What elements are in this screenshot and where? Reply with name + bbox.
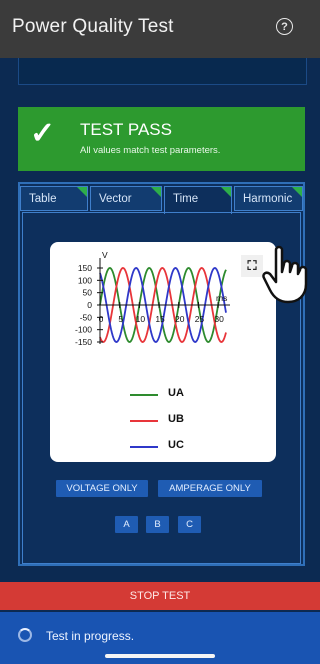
tab-vector[interactable]: Vector — [90, 186, 162, 211]
x-tick-label: 10 — [136, 314, 146, 324]
legend-swatch — [130, 394, 158, 396]
legend-item-ub: UB — [130, 412, 250, 438]
expand-icon[interactable]: ⛶ — [241, 255, 263, 277]
legend-item-ua: UA — [130, 386, 250, 412]
checkmark-icon: ✓ — [30, 117, 56, 150]
test-pass-banner: ✓ TEST PASS All values match test parame… — [18, 107, 305, 171]
x-axis-label: ms — [216, 293, 227, 303]
x-tick-label: 0 — [99, 314, 104, 324]
voltage-only-button[interactable]: VOLTAGE ONLY — [56, 480, 148, 497]
results-panel: Table Vector Time Harmonic 150 100 50 0 -50-… — [18, 182, 305, 566]
x-tick-label: 5 — [118, 314, 123, 324]
y-tick-label: 0 — [87, 300, 92, 310]
status-text: Test in progress. — [46, 629, 135, 643]
legend-label: UB — [168, 413, 184, 425]
legend-label: UA — [168, 387, 184, 399]
y-tick-label: -50 — [80, 312, 93, 322]
y-tick-label: 50 — [83, 288, 93, 298]
tab-label: Vector — [99, 193, 132, 205]
status-bar: Test in progress. — [0, 612, 320, 664]
tab-label: Harmonic — [243, 193, 293, 205]
y-tick-label: 150 — [78, 263, 92, 273]
y-tick-label: 100 — [78, 275, 92, 285]
tab-bar: Table Vector Time Harmonic — [20, 184, 303, 214]
y-tick-label: -150 — [75, 337, 92, 347]
stop-test-button[interactable]: STOP TEST — [0, 582, 320, 610]
tab-corner-marker — [151, 187, 161, 197]
tab-time[interactable]: Time — [164, 186, 232, 214]
tab-table[interactable]: Table — [20, 186, 88, 211]
banner-subtitle: All values match test parameters. — [80, 145, 221, 156]
previous-panel-edge — [18, 58, 307, 85]
progress-spinner-icon — [18, 628, 32, 642]
x-tick-label: 30 — [214, 314, 224, 324]
page-title: Power Quality Test — [12, 16, 174, 37]
banner-title: TEST PASS — [80, 120, 172, 139]
help-icon[interactable]: ? — [276, 18, 293, 35]
app-header: Power Quality Test ? — [0, 0, 320, 58]
legend-item-uc: UC — [130, 438, 250, 464]
phase-a-button[interactable]: A — [115, 516, 138, 533]
tab-corner-marker — [77, 187, 87, 197]
legend-swatch — [130, 446, 158, 448]
legend-label: UC — [168, 439, 184, 451]
chart-legend: UA UB UC — [130, 386, 250, 464]
home-indicator — [105, 654, 215, 658]
tab-harmonic[interactable]: Harmonic — [234, 186, 303, 211]
y-tick-label: -100 — [75, 325, 92, 335]
legend-swatch — [130, 420, 158, 422]
y-axis-label: V — [102, 250, 108, 260]
tab-label: Table — [29, 193, 57, 205]
x-tick-label: 15 — [155, 314, 165, 324]
x-tick-label: 25 — [195, 314, 205, 324]
phase-b-button[interactable]: B — [146, 516, 169, 533]
phase-c-button[interactable]: C — [178, 516, 201, 533]
waveform-chart-card: 150 100 50 0 -50 -100 -150 0 5 10 15 20 25 30 Vms ⛶ UA… — [50, 242, 276, 462]
pointer-hand-icon — [262, 245, 308, 304]
x-tick-label: 20 — [175, 314, 185, 324]
tab-corner-marker — [221, 187, 231, 197]
tab-label: Time — [173, 193, 199, 205]
tab-corner-marker — [292, 187, 302, 197]
amperage-only-button[interactable]: AMPERAGE ONLY — [158, 480, 262, 497]
